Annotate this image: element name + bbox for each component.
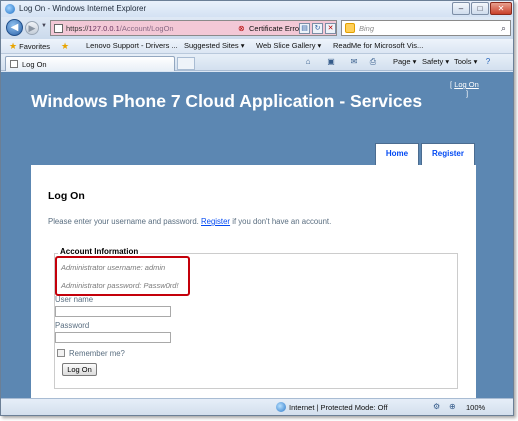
header-log-on-link[interactable]: Log On — [454, 80, 479, 89]
back-button[interactable]: ◀ — [6, 19, 23, 36]
favorites-star-icon: ★ — [9, 41, 18, 51]
favorite-readme-microsoft[interactable]: ReadMe for Microsoft Vis... — [333, 41, 423, 50]
forward-button[interactable]: ▶ — [25, 21, 39, 35]
zoom-level[interactable]: 100% — [466, 403, 485, 412]
internet-zone-icon — [276, 402, 286, 412]
intro-prefix: Please enter your username and password. — [48, 217, 199, 226]
search-box[interactable]: Bing ⌕ — [341, 20, 511, 36]
fieldset-legend: Account Information — [58, 247, 141, 256]
url-text[interactable]: https://127.0.0.1/Account/LogOn — [66, 24, 174, 33]
url-path: /Account/LogOn — [119, 24, 174, 33]
favorites-bar: ★ Favorites ★ Lenovo Support - Drivers .… — [1, 39, 513, 54]
safety-menu[interactable]: Safety ▾ — [422, 57, 449, 66]
stop-icon[interactable]: ✕ — [325, 23, 336, 34]
username-field[interactable] — [55, 306, 171, 317]
help-icon[interactable]: ? — [483, 57, 493, 67]
favorite-suggested-sites[interactable]: Suggested Sites ▾ — [184, 41, 244, 50]
internet-explorer-icon — [5, 4, 15, 14]
status-bar: Internet | Protected Mode: Off ⚙ ⊕ 100% — [1, 398, 513, 415]
remember-me-label[interactable]: Remember me? — [69, 349, 125, 358]
url-host: 127.0.0.1 — [88, 24, 120, 33]
browser-window: Log On - Windows Internet Explorer – □ ✕… — [0, 0, 514, 416]
page-icon — [54, 24, 63, 33]
protected-mode-icon[interactable]: ⚙ — [433, 402, 440, 411]
search-icon[interactable]: ⌕ — [501, 23, 506, 34]
tools-menu[interactable]: Tools ▾ — [454, 57, 477, 66]
window-title: Log On - Windows Internet Explorer — [19, 4, 147, 13]
intro-text: Please enter your username and password.… — [48, 217, 331, 226]
zoom-icon[interactable]: ⊕ — [449, 402, 456, 411]
url-protocol: https:// — [66, 24, 89, 33]
favorites-button[interactable]: ★ Favorites — [9, 41, 50, 52]
password-label: Password — [55, 321, 90, 330]
read-mail-icon[interactable]: ✉ — [349, 57, 359, 67]
remember-me-checkbox[interactable] — [57, 349, 65, 357]
tab-label: Log On — [22, 60, 47, 69]
intro-suffix: if you don't have an account. — [232, 217, 332, 226]
tab-log-on[interactable]: Log On — [5, 56, 175, 71]
register-link[interactable]: Register — [201, 217, 230, 226]
close-button[interactable]: ✕ — [490, 2, 512, 15]
favorite-lenovo-support[interactable]: Lenovo Support - Drivers ... — [86, 41, 178, 50]
bing-icon — [345, 23, 355, 33]
page-menu[interactable]: Page ▾ — [393, 57, 416, 66]
security-zone-label[interactable]: Internet | Protected Mode: Off — [289, 403, 388, 412]
menu-register[interactable]: Register — [421, 143, 475, 165]
page-heading: Log On — [48, 190, 85, 202]
maximize-button[interactable]: □ — [471, 2, 489, 15]
menu-home[interactable]: Home — [375, 143, 419, 165]
certificate-error-label[interactable]: Certificate Error — [249, 24, 302, 33]
title-bar: Log On - Windows Internet Explorer – □ ✕ — [1, 1, 513, 17]
refresh-icon[interactable]: ↻ — [312, 23, 323, 34]
page-viewport: Windows Phone 7 Cloud Application - Serv… — [1, 72, 513, 398]
favorite-web-slice-gallery[interactable]: Web Slice Gallery ▾ — [256, 41, 321, 50]
log-on-button[interactable]: Log On — [62, 363, 97, 376]
minimize-button[interactable]: – — [452, 2, 470, 15]
login-bracket-close: ] — [466, 89, 469, 98]
search-placeholder[interactable]: Bing — [359, 24, 374, 33]
address-bar[interactable]: https://127.0.0.1/Account/LogOn ⊗ Certif… — [50, 20, 337, 36]
login-bracket-open: [ — [450, 80, 453, 89]
favorites-label: Favorites — [19, 42, 51, 51]
address-row: ◀ ▶ ▼ https://127.0.0.1/Account/LogOn ⊗ … — [1, 17, 513, 39]
tab-and-command-bar: Log On ⌂ ▣ ✉ ⎙ Page ▾ Safety ▾ Tools ▾ ? — [1, 54, 513, 71]
home-icon[interactable]: ⌂ — [303, 57, 313, 67]
recent-pages-dropdown-icon[interactable]: ▼ — [41, 23, 47, 29]
add-to-favorites-icon[interactable]: ★ — [61, 41, 69, 52]
username-label: User name — [55, 295, 94, 304]
new-tab-button[interactable] — [177, 57, 195, 70]
certificate-error-icon[interactable]: ⊗ — [238, 24, 247, 33]
compatibility-view-icon[interactable]: ▤ — [299, 23, 310, 34]
annotation-highlight-box — [55, 256, 190, 296]
password-field[interactable] — [55, 332, 171, 343]
site-title: Windows Phone 7 Cloud Application - Serv… — [31, 91, 423, 111]
print-icon[interactable]: ⎙ — [368, 57, 378, 67]
feeds-icon[interactable]: ▣ — [326, 57, 336, 67]
login-display: [ Log On ] — [450, 80, 479, 98]
tab-page-icon — [10, 60, 18, 68]
